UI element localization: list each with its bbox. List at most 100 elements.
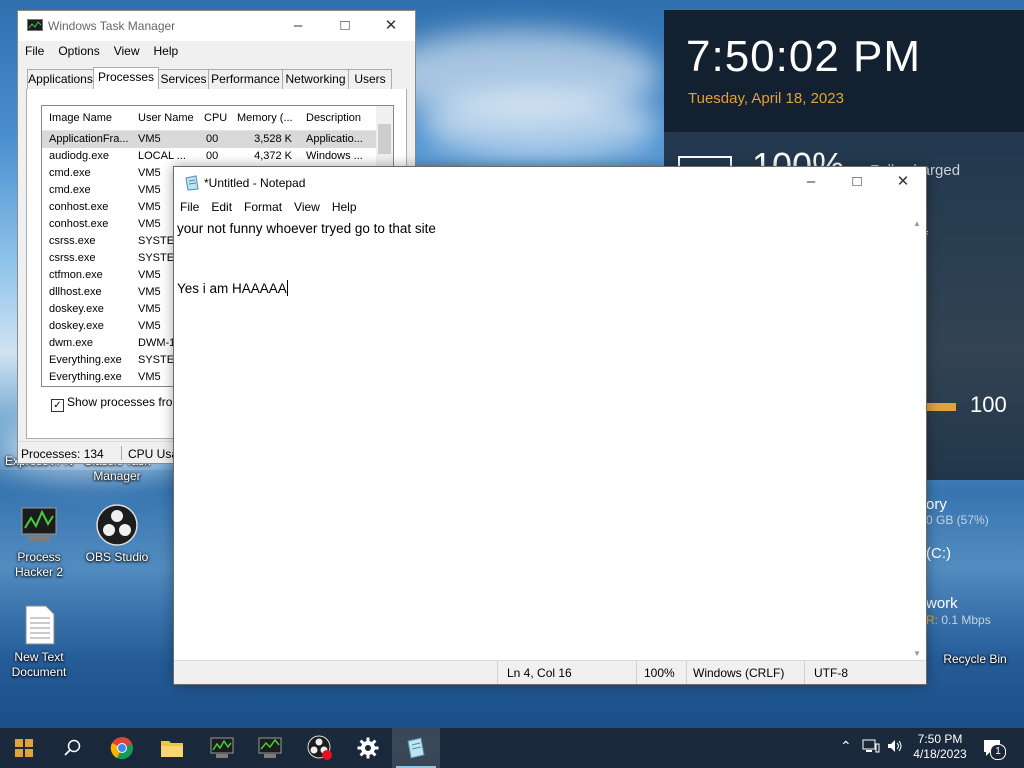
menu-options[interactable]: Options <box>51 41 106 61</box>
scroll-thumb[interactable] <box>378 124 391 154</box>
desktop-icon-label: Process Hacker 2 <box>14 550 64 579</box>
tab-services[interactable]: Services <box>158 69 209 89</box>
minimize-button[interactable]: – <box>275 11 321 41</box>
taskbar-notepad[interactable] <box>392 728 440 768</box>
status-cpu-usage: CPU Usa <box>128 447 179 461</box>
menu-view[interactable]: View <box>288 197 326 217</box>
task-manager-icon <box>258 737 282 758</box>
show-hidden-icons-chevron-icon[interactable]: ⌃ <box>840 738 852 755</box>
task-manager-icon <box>27 19 43 31</box>
cell-cpu: 00 <box>206 150 219 162</box>
volume-icon[interactable] <box>886 738 904 757</box>
process-hacker-icon <box>18 504 60 546</box>
close-button[interactable]: ✕ <box>880 167 926 197</box>
gear-icon <box>357 737 379 759</box>
notepad-text-area[interactable]: your not funny whoever tryed go to that … <box>177 219 909 660</box>
taskbar-file-explorer[interactable] <box>148 728 196 768</box>
network-icon[interactable] <box>862 738 880 757</box>
tab-networking[interactable]: Networking <box>282 69 349 89</box>
taskbar-date: 4/18/2023 <box>913 747 967 761</box>
cell-mem: 4,372 K <box>254 150 292 162</box>
widget-disk-label: (C:) <box>926 545 951 562</box>
table-row[interactable]: ApplicationFra... VM5 00 3,528 K Applicatio.… <box>42 131 376 148</box>
taskbar-task-manager[interactable] <box>246 728 294 768</box>
cell-image: conhost.exe <box>49 201 109 213</box>
col-memory[interactable]: Memory (... <box>237 112 293 124</box>
action-center-button[interactable]: 1 <box>982 738 1006 761</box>
notification-count-badge: 1 <box>990 744 1006 760</box>
scroll-up-icon[interactable]: ▲ <box>913 219 921 228</box>
taskbar-process-hacker[interactable] <box>198 728 246 768</box>
maximize-button[interactable]: □ <box>322 11 368 41</box>
taskbar-clock[interactable]: 7:50 PM 4/18/2023 <box>910 732 970 762</box>
desktop-icon-recycle-bin[interactable]: Recycle Bin <box>938 652 1012 667</box>
cell-desc: Applicatio... <box>306 133 363 145</box>
search-button[interactable] <box>48 728 96 768</box>
obs-icon <box>96 504 138 546</box>
notepad-titlebar[interactable]: *Untitled - Notepad – □ ✕ <box>174 167 926 197</box>
menu-view[interactable]: View <box>107 41 147 61</box>
col-description[interactable]: Description <box>306 112 361 124</box>
desktop-icon-process-hacker[interactable]: Process Hacker 2 <box>2 504 76 580</box>
obs-icon <box>307 735 332 760</box>
start-button[interactable] <box>0 728 48 768</box>
menu-file[interactable]: File <box>174 197 205 217</box>
tab-processes[interactable]: Processes <box>93 67 159 90</box>
text-document-icon <box>18 604 60 646</box>
cell-image: cmd.exe <box>49 184 91 196</box>
notepad-statusbar: Ln 4, Col 16 100% Windows (CRLF) UTF-8 <box>174 660 926 684</box>
col-user-name[interactable]: User Name <box>138 112 194 124</box>
task-manager-titlebar[interactable]: Windows Task Manager – □ ✕ <box>18 11 415 41</box>
taskbar-settings[interactable] <box>344 728 392 768</box>
menu-file[interactable]: File <box>18 41 51 61</box>
table-row[interactable]: audiodg.exe LOCAL ... 00 4,372 K Windows ... <box>42 148 376 165</box>
minimize-button[interactable]: – <box>788 167 834 197</box>
task-manager-title: Windows Task Manager <box>48 19 176 33</box>
tab-users[interactable]: Users <box>348 69 392 89</box>
menu-help[interactable]: Help <box>326 197 363 217</box>
checkbox-check-icon: ✓ <box>51 399 64 412</box>
widget-network-label: work <box>926 595 958 612</box>
status-line-ending: Windows (CRLF) <box>693 666 785 680</box>
menu-help[interactable]: Help <box>147 41 186 61</box>
desktop-icon-label: Recycle Bin <box>943 652 1007 666</box>
scroll-down-icon[interactable]: ▼ <box>913 649 921 658</box>
cell-image: ApplicationFra... <box>49 133 129 145</box>
tab-performance[interactable]: Performance <box>208 69 283 89</box>
close-button[interactable]: ✕ <box>368 11 414 41</box>
col-cpu[interactable]: CPU <box>204 112 227 124</box>
cell-user: VM5 <box>138 133 161 145</box>
menu-edit[interactable]: Edit <box>205 197 238 217</box>
widget-volume-value: 100 <box>970 392 1007 417</box>
search-icon <box>64 739 81 756</box>
col-image-name[interactable]: Image Name <box>49 112 112 124</box>
cloud <box>420 90 660 160</box>
widget-clock-panel: 7:50:02 PM Tuesday, April 18, 2023 <box>664 10 1024 132</box>
widget-memory-value: 0 GB (57%) <box>926 513 989 527</box>
taskbar-chrome[interactable] <box>98 728 146 768</box>
cell-cpu: 00 <box>206 133 219 145</box>
taskbar-time: 7:50 PM <box>917 732 963 746</box>
cell-image: cmd.exe <box>49 167 91 179</box>
notepad-icon <box>407 737 425 759</box>
menu-format[interactable]: Format <box>238 197 288 217</box>
notepad-window: *Untitled - Notepad – □ ✕ File Edit Format… <box>173 166 927 685</box>
tab-applications[interactable]: Applications <box>27 69 94 89</box>
cell-image: csrss.exe <box>49 252 96 264</box>
widget-time: 7:50:02 PM <box>686 32 922 81</box>
widget-network-rate-label: R: <box>926 613 938 627</box>
desktop-icon-label: OBS Studio <box>85 550 149 564</box>
process-list-header: Image Name User Name CPU Memory (... Des… <box>42 106 376 131</box>
cell-image: audiodg.exe <box>49 150 109 162</box>
notepad-menubar: File Edit Format View Help <box>174 197 926 217</box>
taskbar-obs-studio[interactable] <box>296 728 344 768</box>
maximize-button[interactable]: □ <box>834 167 880 197</box>
desktop-icon-obs-studio[interactable]: OBS Studio <box>80 504 154 565</box>
desktop-icon-new-text-document[interactable]: New Text Document <box>2 604 76 680</box>
cell-desc: Windows ... <box>306 150 363 162</box>
text-line-4: Yes i am HAAAAA <box>177 281 287 296</box>
notepad-scrollbar[interactable]: ▲ ▼ <box>909 217 926 660</box>
desktop-icon-label: New Text Document <box>11 650 67 679</box>
status-processes-count: Processes: 134 <box>21 447 104 461</box>
text-line-1: your not funny whoever tryed go to that … <box>177 221 436 236</box>
